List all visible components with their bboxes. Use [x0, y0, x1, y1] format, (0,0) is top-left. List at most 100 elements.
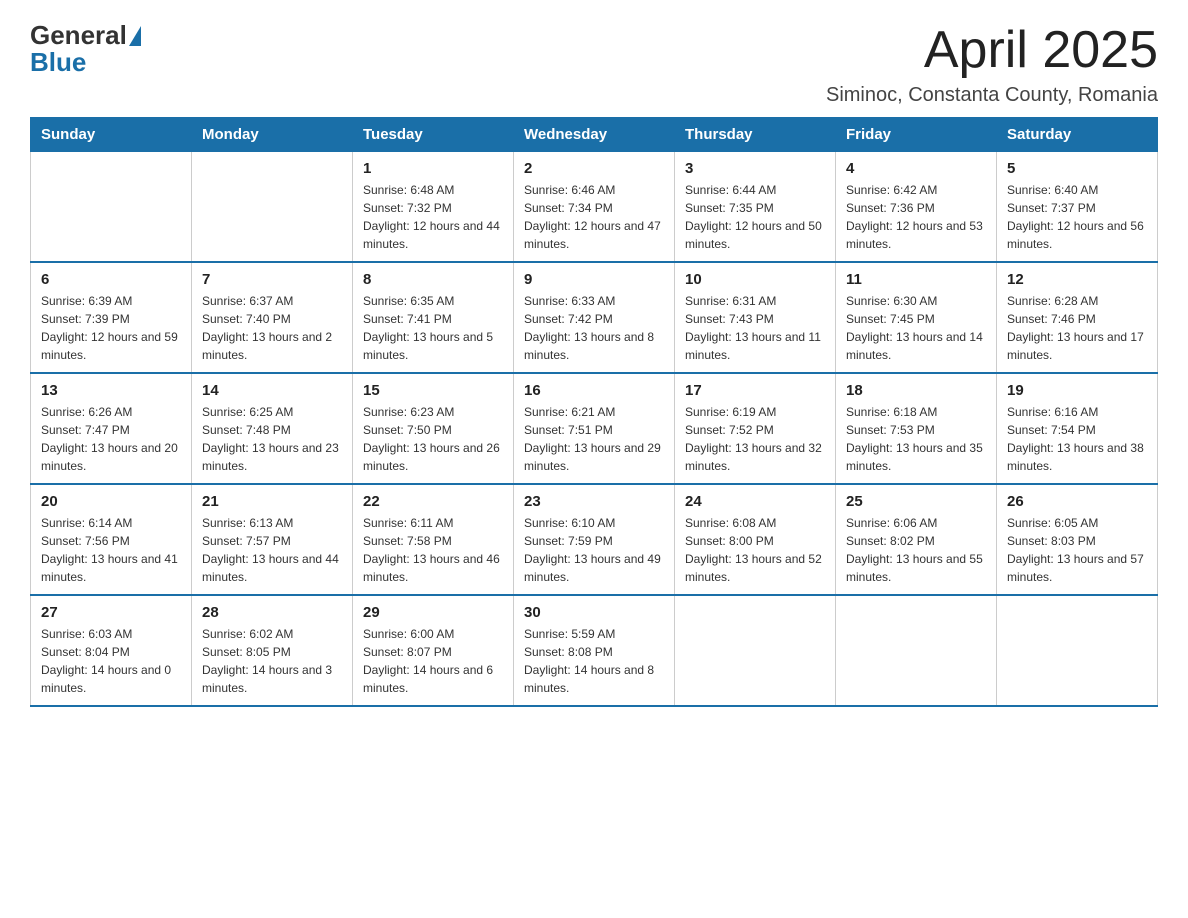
day-cell-w4-d4: 23 Sunrise: 6:10 AMSunset: 7:59 PMDayligh… — [514, 484, 675, 595]
day-number: 9 — [524, 271, 664, 288]
day-info: Sunrise: 6:48 AMSunset: 7:32 PMDaylight:… — [363, 181, 503, 253]
day-number: 17 — [685, 382, 825, 399]
logo-blue-text: Blue — [30, 47, 86, 78]
col-tuesday: Tuesday — [353, 118, 514, 152]
day-info: Sunrise: 6:08 AMSunset: 8:00 PMDaylight:… — [685, 514, 825, 586]
day-cell-w5-d5 — [675, 595, 836, 706]
day-info: Sunrise: 6:18 AMSunset: 7:53 PMDaylight:… — [846, 403, 986, 475]
day-number: 6 — [41, 271, 181, 288]
day-info: Sunrise: 5:59 AMSunset: 8:08 PMDaylight:… — [524, 625, 664, 697]
day-cell-w2-d4: 9 Sunrise: 6:33 AMSunset: 7:42 PMDaylight… — [514, 262, 675, 373]
week-row-1: 1 Sunrise: 6:48 AMSunset: 7:32 PMDaylight… — [31, 152, 1158, 263]
day-number: 18 — [846, 382, 986, 399]
col-wednesday: Wednesday — [514, 118, 675, 152]
day-info: Sunrise: 6:10 AMSunset: 7:59 PMDaylight:… — [524, 514, 664, 586]
day-cell-w5-d1: 27 Sunrise: 6:03 AMSunset: 8:04 PMDayligh… — [31, 595, 192, 706]
day-info: Sunrise: 6:19 AMSunset: 7:52 PMDaylight:… — [685, 403, 825, 475]
page-title: April 2025 — [826, 20, 1158, 80]
calendar-body: 1 Sunrise: 6:48 AMSunset: 7:32 PMDaylight… — [31, 152, 1158, 707]
day-cell-w5-d2: 28Sunrise: 6:02 AMSunset: 8:05 PMDayligh… — [192, 595, 353, 706]
day-cell-w1-d4: 2 Sunrise: 6:46 AMSunset: 7:34 PMDaylight… — [514, 152, 675, 263]
col-saturday: Saturday — [997, 118, 1158, 152]
col-friday: Friday — [836, 118, 997, 152]
day-cell-w3-d1: 13Sunrise: 6:26 AMSunset: 7:47 PMDayligh… — [31, 373, 192, 484]
week-row-5: 27 Sunrise: 6:03 AMSunset: 8:04 PMDayligh… — [31, 595, 1158, 706]
day-number: 27 — [41, 604, 181, 621]
day-number: 29 — [363, 604, 503, 621]
page-subtitle: Siminoc, Constanta County, Romania — [826, 84, 1158, 107]
day-cell-w3-d5: 17 Sunrise: 6:19 AMSunset: 7:52 PMDayligh… — [675, 373, 836, 484]
day-number: 26 — [1007, 493, 1147, 510]
day-info: Sunrise: 6:31 AMSunset: 7:43 PMDaylight:… — [685, 292, 825, 364]
day-number: 2 — [524, 160, 664, 177]
day-cell-w1-d1 — [31, 152, 192, 263]
day-info: Sunrise: 6:30 AMSunset: 7:45 PMDaylight:… — [846, 292, 986, 364]
day-number: 4 — [846, 160, 986, 177]
day-cell-w4-d3: 22Sunrise: 6:11 AMSunset: 7:58 PMDayligh… — [353, 484, 514, 595]
title-block: April 2025 Siminoc, Constanta County, Ro… — [826, 20, 1158, 107]
day-info: Sunrise: 6:37 AMSunset: 7:40 PMDaylight:… — [202, 292, 342, 364]
day-number: 5 — [1007, 160, 1147, 177]
day-number: 7 — [202, 271, 342, 288]
day-cell-w1-d6: 4 Sunrise: 6:42 AMSunset: 7:36 PMDaylight… — [836, 152, 997, 263]
day-info: Sunrise: 6:23 AMSunset: 7:50 PMDaylight:… — [363, 403, 503, 475]
day-cell-w3-d3: 15 Sunrise: 6:23 AMSunset: 7:50 PMDayligh… — [353, 373, 514, 484]
week-row-4: 20 Sunrise: 6:14 AMSunset: 7:56 PMDayligh… — [31, 484, 1158, 595]
day-number: 25 — [846, 493, 986, 510]
day-info: Sunrise: 6:13 AMSunset: 7:57 PMDaylight:… — [202, 514, 342, 586]
week-row-2: 6Sunrise: 6:39 AMSunset: 7:39 PMDaylight… — [31, 262, 1158, 373]
day-cell-w2-d2: 7 Sunrise: 6:37 AMSunset: 7:40 PMDaylight… — [192, 262, 353, 373]
calendar-header: Sunday Monday Tuesday Wednesday Thursday… — [31, 118, 1158, 152]
day-info: Sunrise: 6:21 AMSunset: 7:51 PMDaylight:… — [524, 403, 664, 475]
day-cell-w2-d5: 10 Sunrise: 6:31 AMSunset: 7:43 PMDayligh… — [675, 262, 836, 373]
logo-triangle-icon — [129, 26, 141, 46]
logo: General Blue — [30, 20, 141, 78]
day-cell-w4-d2: 21 Sunrise: 6:13 AMSunset: 7:57 PMDayligh… — [192, 484, 353, 595]
day-number: 3 — [685, 160, 825, 177]
day-info: Sunrise: 6:02 AMSunset: 8:05 PMDaylight:… — [202, 625, 342, 697]
day-info: Sunrise: 6:16 AMSunset: 7:54 PMDaylight:… — [1007, 403, 1147, 475]
day-number: 11 — [846, 271, 986, 288]
day-number: 10 — [685, 271, 825, 288]
day-info: Sunrise: 6:44 AMSunset: 7:35 PMDaylight:… — [685, 181, 825, 253]
day-info: Sunrise: 6:46 AMSunset: 7:34 PMDaylight:… — [524, 181, 664, 253]
day-cell-w4-d1: 20 Sunrise: 6:14 AMSunset: 7:56 PMDayligh… — [31, 484, 192, 595]
days-of-week-row: Sunday Monday Tuesday Wednesday Thursday… — [31, 118, 1158, 152]
day-info: Sunrise: 6:40 AMSunset: 7:37 PMDaylight:… — [1007, 181, 1147, 253]
day-cell-w5-d7 — [997, 595, 1158, 706]
day-info: Sunrise: 6:42 AMSunset: 7:36 PMDaylight:… — [846, 181, 986, 253]
day-info: Sunrise: 6:33 AMSunset: 7:42 PMDaylight:… — [524, 292, 664, 364]
day-cell-w5-d4: 30Sunrise: 5:59 AMSunset: 8:08 PMDayligh… — [514, 595, 675, 706]
col-thursday: Thursday — [675, 118, 836, 152]
day-info: Sunrise: 6:14 AMSunset: 7:56 PMDaylight:… — [41, 514, 181, 586]
col-monday: Monday — [192, 118, 353, 152]
day-cell-w5-d3: 29Sunrise: 6:00 AMSunset: 8:07 PMDayligh… — [353, 595, 514, 706]
day-number: 22 — [363, 493, 503, 510]
day-info: Sunrise: 6:03 AMSunset: 8:04 PMDaylight:… — [41, 625, 181, 697]
day-info: Sunrise: 6:25 AMSunset: 7:48 PMDaylight:… — [202, 403, 342, 475]
day-number: 8 — [363, 271, 503, 288]
day-cell-w4-d5: 24 Sunrise: 6:08 AMSunset: 8:00 PMDayligh… — [675, 484, 836, 595]
day-number: 19 — [1007, 382, 1147, 399]
day-cell-w1-d7: 5 Sunrise: 6:40 AMSunset: 7:37 PMDaylight… — [997, 152, 1158, 263]
day-number: 23 — [524, 493, 664, 510]
page-header: General Blue April 2025 Siminoc, Constan… — [30, 20, 1158, 107]
day-number: 13 — [41, 382, 181, 399]
day-cell-w4-d6: 25 Sunrise: 6:06 AMSunset: 8:02 PMDayligh… — [836, 484, 997, 595]
day-cell-w3-d4: 16Sunrise: 6:21 AMSunset: 7:51 PMDayligh… — [514, 373, 675, 484]
day-info: Sunrise: 6:35 AMSunset: 7:41 PMDaylight:… — [363, 292, 503, 364]
day-cell-w3-d6: 18 Sunrise: 6:18 AMSunset: 7:53 PMDayligh… — [836, 373, 997, 484]
col-sunday: Sunday — [31, 118, 192, 152]
day-cell-w2-d1: 6Sunrise: 6:39 AMSunset: 7:39 PMDaylight… — [31, 262, 192, 373]
day-number: 24 — [685, 493, 825, 510]
calendar-table: Sunday Monday Tuesday Wednesday Thursday… — [30, 117, 1158, 707]
day-number: 15 — [363, 382, 503, 399]
day-number: 1 — [363, 160, 503, 177]
day-number: 21 — [202, 493, 342, 510]
day-info: Sunrise: 6:05 AMSunset: 8:03 PMDaylight:… — [1007, 514, 1147, 586]
day-cell-w2-d6: 11 Sunrise: 6:30 AMSunset: 7:45 PMDayligh… — [836, 262, 997, 373]
day-cell-w3-d2: 14Sunrise: 6:25 AMSunset: 7:48 PMDayligh… — [192, 373, 353, 484]
day-info: Sunrise: 6:06 AMSunset: 8:02 PMDaylight:… — [846, 514, 986, 586]
day-cell-w4-d7: 26 Sunrise: 6:05 AMSunset: 8:03 PMDayligh… — [997, 484, 1158, 595]
day-number: 20 — [41, 493, 181, 510]
